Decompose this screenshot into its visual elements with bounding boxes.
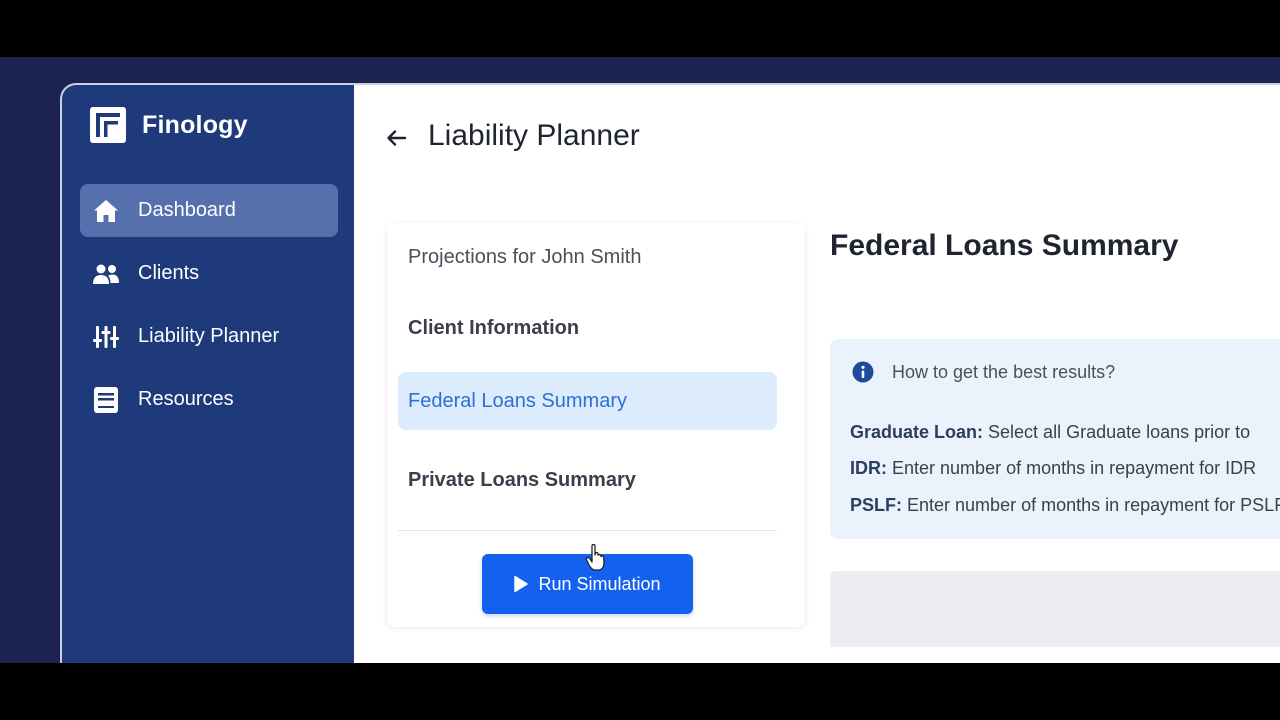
app-window: Finology Dashboard Clients Liability Pla… [62, 85, 1280, 663]
tip-text: Enter number of months in repayment for … [892, 458, 1257, 478]
tip-pslf: PSLF: Enter number of months in repaymen… [850, 495, 1280, 516]
main-content: Liability Planner Projections for John S… [354, 85, 1280, 663]
brand-name: Finology [142, 110, 248, 139]
tip-idr: IDR: Enter number of months in repayment… [850, 458, 1256, 479]
sidebar: Finology Dashboard Clients Liability Pla… [62, 85, 354, 663]
loans-table-placeholder [830, 571, 1280, 647]
sidebar-item-dashboard[interactable]: Dashboard [80, 184, 338, 237]
tip-graduate-loan: Graduate Loan: Select all Graduate loans… [850, 422, 1250, 443]
step-federal-loans-summary[interactable]: Federal Loans Summary [398, 372, 777, 430]
users-icon [92, 260, 120, 288]
projections-panel: Projections for John Smith Client Inform… [387, 223, 805, 627]
tip-label: IDR: [850, 458, 887, 478]
tip-text: Select all Graduate loans prior to [988, 422, 1251, 442]
screen-frame: Finology Dashboard Clients Liability Pla… [0, 57, 1280, 663]
finology-logo-icon [90, 107, 126, 143]
tips-box: How to get the best results? Graduate Lo… [830, 339, 1280, 539]
tips-heading: How to get the best results? [852, 361, 1115, 383]
tip-label: Graduate Loan: [850, 422, 984, 442]
run-simulation-label: Run Simulation [538, 573, 661, 594]
sidebar-item-label: Dashboard [138, 199, 236, 221]
divider [398, 530, 777, 531]
sidebar-item-label: Clients [138, 262, 200, 284]
tips-heading-text: How to get the best results? [892, 361, 1116, 382]
tip-label: PSLF: [850, 495, 902, 515]
section-title: Federal Loans Summary [830, 229, 1179, 262]
sidebar-item-resources[interactable]: Resources [80, 373, 338, 426]
sidebar-item-liability-planner[interactable]: Liability Planner [80, 310, 338, 363]
arrow-left-icon[interactable] [384, 125, 410, 151]
info-icon [852, 361, 874, 383]
hand-cursor-icon [585, 544, 605, 571]
document-icon [92, 386, 120, 414]
home-icon [92, 197, 120, 225]
tip-text: Enter number of months in repayment for … [907, 495, 1280, 515]
sidebar-item-clients[interactable]: Clients [80, 247, 338, 300]
sidebar-item-label: Liability Planner [138, 325, 280, 347]
sidebar-nav: Dashboard Clients Liability Planner Reso… [80, 184, 338, 436]
step-client-information[interactable]: Client Information [398, 299, 777, 357]
page-title: Liability Planner [428, 119, 640, 152]
panel-heading: Projections for John Smith [408, 246, 642, 268]
brand[interactable]: Finology [90, 107, 248, 143]
play-icon [514, 575, 529, 593]
sliders-icon [92, 323, 120, 351]
step-private-loans-summary[interactable]: Private Loans Summary [398, 451, 777, 509]
sidebar-item-label: Resources [138, 388, 234, 410]
